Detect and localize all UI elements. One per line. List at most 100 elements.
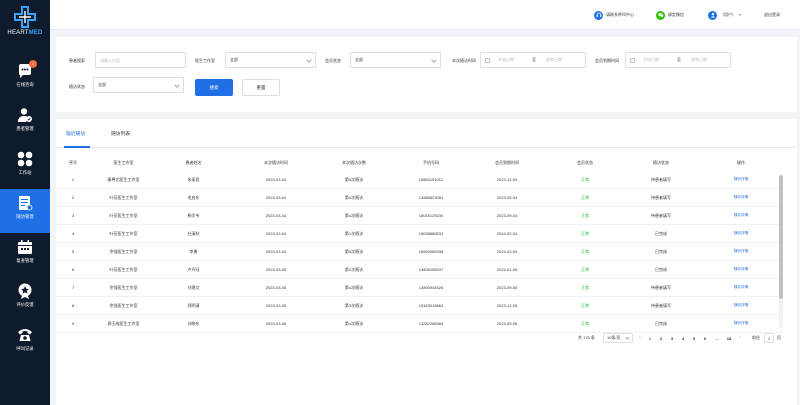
followup-detail-link[interactable]: 随访详情 [721,171,761,188]
page-number-button[interactable]: 5 [690,333,698,343]
page-number-button[interactable]: 1 [646,333,654,343]
followup-detail-link[interactable]: 随访详情 [721,279,761,296]
chevron-down-icon [431,57,437,63]
expire-time-cell: 2023-09-05 [496,285,518,290]
studio-cell: 叶莅医生工作室 [109,230,138,236]
patient-search-field[interactable] [95,52,186,68]
patient-search-label: 患者搜索 [69,58,85,63]
followup-count-cell: 第4次随访 [344,194,364,200]
range-separator: 至 [677,57,681,62]
column-header: 本次随访时间 [264,160,288,165]
patient-name-cell: 卢丹珏 [187,266,200,272]
reset-button[interactable]: 重置 [242,79,280,96]
patient-search-input[interactable] [100,57,185,63]
bind-wechat-link[interactable]: 绑定微信 [656,9,684,21]
page-number-button[interactable]: 6 [701,333,709,343]
followup-detail-link[interactable]: 随访详情 [721,189,761,206]
call-center-link[interactable]: 请联系呼叫中心 [594,9,634,21]
row-index: 9 [71,321,75,326]
followup-detail-link[interactable]: 随访详情 [721,207,761,224]
search-button[interactable]: 搜索 [195,79,233,96]
tab-followup-list[interactable]: 随访列表 [111,130,130,137]
page-number-button[interactable]: 18 [725,333,733,343]
unread-badge: 1 [29,60,37,68]
followup-time-cell: 2023-03-04 [265,249,287,254]
tab-upcoming-followup[interactable]: 临近随访 [66,130,85,137]
pagination-total: 共 176 条 [578,335,595,340]
page-number-button[interactable]: 4 [679,333,687,343]
followup-status-cell: 待患者填写 [651,176,671,182]
member-expire-date-range[interactable]: 开始日期 至 结束日期 [625,52,731,68]
logo-text: HEARTMED [7,30,43,36]
sidebar-item-recheck-management[interactable]: 复查管理 [0,233,50,277]
start-date-input[interactable]: 开始日期 [643,57,659,63]
row-index: 5 [71,249,75,254]
followup-time-cell: 2023-03-06 [265,321,287,326]
followup-detail-link[interactable]: 随访详情 [721,243,761,260]
followup-status-select[interactable]: 全部 [93,77,184,93]
table-scrollbar-thumb[interactable] [779,175,783,299]
phone-cell: 13808156537 [418,267,444,272]
followup-status-cell: 已完成 [655,266,667,272]
page-size-select[interactable]: 10条/页 [603,333,633,343]
sidebar-item-evaluation-feedback[interactable]: 评价反馈 [0,277,50,321]
chevron-down-icon [306,57,312,63]
user-name: （用户） [720,12,736,17]
column-header: 操作 [737,160,745,165]
patient-name-cell: 李勇 [189,248,198,254]
column-header: 会员状态 [577,160,593,165]
followup-time-cell: 2023-03-04 [265,195,287,200]
sidebar-item-label: 患者管理 [16,126,34,131]
page-number-button[interactable]: 3 [668,333,676,343]
goto-page-input[interactable]: 1 [764,333,774,343]
followup-status-cell: 待患者填写 [651,194,671,200]
sidebar-item-label: 评价反馈 [16,302,34,307]
page-number-button[interactable]: 2 [657,333,665,343]
start-date-input[interactable]: 开始日期 [498,57,514,63]
table-row: 7 余强医生工作室 刘建文 2023-03-05 第4次随访 13890944528 202… [56,279,781,297]
followup-detail-link[interactable]: 随访详情 [721,297,761,314]
followup-count-cell: 第4次随访 [344,320,364,326]
sidebar-item-call-records[interactable]: 呼叫记录 [0,321,50,365]
logo: HEARTMED [0,6,50,46]
member-status-select[interactable]: 全部 [350,52,441,68]
user-menu[interactable]: （用户） ▾ [708,9,741,21]
patient-name-cell: 毛启东 [187,194,200,200]
expire-time-cell: 2023-09-04 [496,213,518,218]
logout-label: 退出登录 [764,12,780,17]
followup-detail-link[interactable]: 随访详情 [721,225,761,242]
column-header: 医生工作室 [113,160,134,165]
phone-cell: 15883151012 [418,177,444,182]
page-ellipsis[interactable]: ... [713,333,721,343]
sidebar-item-patient-management[interactable]: 患者管理 [0,101,50,145]
row-index: 1 [71,177,75,182]
row-index: 3 [71,213,75,218]
followup-count-cell: 第4次随访 [344,212,364,218]
sidebar-item-online-consult[interactable]: 1 在线咨询 [0,57,50,101]
logout-button[interactable]: 退出登录 [764,9,780,21]
followup-detail-link[interactable]: 随访详情 [721,315,761,332]
member-status-cell: 正常 [581,176,589,182]
studio-select-value: 全部 [230,57,238,62]
end-date-input[interactable]: 结束日期 [691,57,707,63]
chevron-down-icon [625,335,630,340]
expire-time-cell: 2023-09-06 [496,321,518,326]
next-page-button[interactable]: › [736,333,744,343]
patient-name-cell: 刘建文 [187,284,200,290]
member-status-label: 会员状态 [325,58,341,63]
phone-cell: 18909085338 [418,249,444,254]
column-header: 手机号码 [423,160,439,165]
studio-select[interactable]: 全部 [225,52,316,68]
table-row: 9 郭玉成医生工作室 孙晓东 2023-03-06 第4次随访 13282266984 20… [56,315,781,333]
sidebar-item-followup-management[interactable]: 随访管理 [0,189,50,233]
sidebar-item-workstation[interactable]: 工作站 [0,145,50,189]
next-followup-date-range[interactable]: 开始日期 至 结束日期 [480,52,586,68]
followup-status-cell: 已完成 [655,230,667,236]
expire-time-cell: 2024-01-05 [496,267,518,272]
followup-status-cell: 已完成 [655,248,667,254]
table-row: 6 叶莅医生工作室 卢丹珏 2023-03-05 第2次随访 13808156537 202… [56,261,781,279]
followup-detail-link[interactable]: 随访详情 [721,261,761,278]
prev-page-button[interactable]: ‹ [636,333,644,343]
phone-cell: 13986823081 [418,195,444,200]
end-date-input[interactable]: 结束日期 [546,57,562,63]
